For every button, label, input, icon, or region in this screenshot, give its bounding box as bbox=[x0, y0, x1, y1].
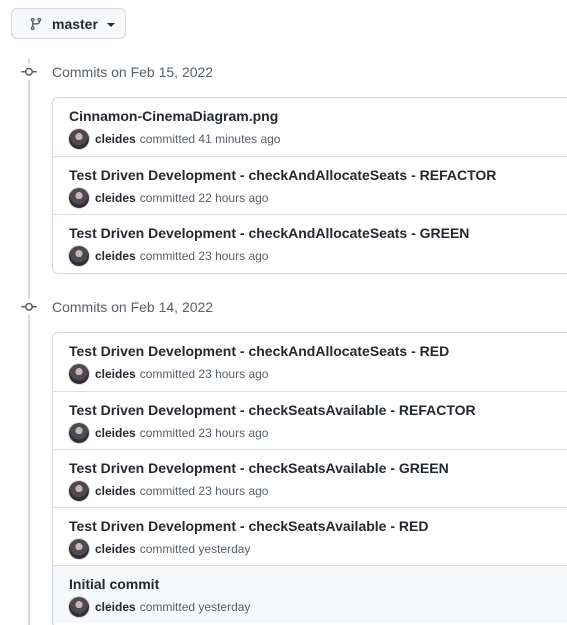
branch-selector-button[interactable]: master bbox=[11, 8, 126, 39]
commit-row: Test Driven Development - checkSeatsAvai… bbox=[53, 391, 567, 449]
avatar[interactable] bbox=[69, 539, 89, 559]
commit-history-page: master Commits on Feb 15, 2022 Cinnamon-… bbox=[0, 0, 567, 625]
avatar[interactable] bbox=[69, 597, 89, 617]
commit-row: Test Driven Development - checkSeatsAvai… bbox=[53, 507, 567, 565]
commit-meta: cleides committed 23 hours ago bbox=[69, 423, 268, 443]
commit-time: yesterday bbox=[198, 600, 251, 614]
commit-action: committed bbox=[139, 426, 196, 440]
commit-time: 23 hours ago bbox=[198, 367, 269, 381]
commit-group-title: Commits on Feb 14, 2022 bbox=[52, 299, 214, 315]
commit-message-link[interactable]: Test Driven Development - checkSeatsAvai… bbox=[69, 402, 476, 418]
commit-message-link[interactable]: Test Driven Development - checkSeatsAvai… bbox=[69, 518, 428, 534]
avatar[interactable] bbox=[69, 364, 89, 384]
commit-action: committed bbox=[139, 542, 196, 556]
commit-author-link[interactable]: cleides bbox=[95, 132, 136, 146]
commit-meta: cleides committed 23 hours ago bbox=[69, 364, 268, 384]
commit-author-link[interactable]: cleides bbox=[95, 249, 136, 263]
git-commit-icon bbox=[20, 64, 38, 80]
chevron-down-icon bbox=[106, 22, 115, 27]
commit-author-link[interactable]: cleides bbox=[95, 484, 136, 498]
commit-author-link[interactable]: cleides bbox=[95, 367, 136, 381]
git-branch-icon bbox=[29, 16, 43, 32]
commit-row: Test Driven Development - checkAndAlloca… bbox=[53, 333, 567, 391]
commit-author-link[interactable]: cleides bbox=[95, 600, 136, 614]
commit-row: Test Driven Development - checkAndAlloca… bbox=[53, 156, 567, 214]
commit-author-link[interactable]: cleides bbox=[95, 542, 136, 556]
commit-row: Test Driven Development - checkAndAlloca… bbox=[53, 214, 567, 272]
avatar[interactable] bbox=[69, 481, 89, 501]
commit-list: Test Driven Development - checkAndAlloca… bbox=[52, 332, 567, 625]
commit-time: 41 minutes ago bbox=[198, 132, 281, 146]
commit-row: Initial commit cleides committed yesterd… bbox=[53, 565, 567, 623]
commit-message-link[interactable]: Initial commit bbox=[69, 576, 159, 592]
branch-name: master bbox=[52, 15, 98, 32]
commit-message-link[interactable]: Test Driven Development - checkAndAlloca… bbox=[69, 225, 469, 241]
commit-action: committed bbox=[139, 600, 196, 614]
commit-group-header: Commits on Feb 14, 2022 bbox=[20, 297, 213, 317]
commit-list: Cinnamon-CinemaDiagram.png cleides commi… bbox=[52, 97, 567, 274]
commit-message-link[interactable]: Cinnamon-CinemaDiagram.png bbox=[69, 108, 278, 124]
commit-action: committed bbox=[139, 132, 196, 146]
commit-message-link[interactable]: Test Driven Development - checkAndAlloca… bbox=[69, 343, 449, 359]
commit-message-link[interactable]: Test Driven Development - checkSeatsAvai… bbox=[69, 460, 449, 476]
avatar[interactable] bbox=[69, 188, 89, 208]
git-commit-icon bbox=[20, 299, 38, 315]
commit-time: 23 hours ago bbox=[198, 249, 269, 263]
commit-meta: cleides committed 41 minutes ago bbox=[69, 129, 280, 149]
commit-group-header: Commits on Feb 15, 2022 bbox=[20, 62, 213, 82]
commit-row: Test Driven Development - checkSeatsAvai… bbox=[53, 449, 567, 507]
commit-meta: cleides committed yesterday bbox=[69, 597, 250, 617]
timeline-line bbox=[28, 59, 30, 625]
commit-action: committed bbox=[139, 367, 196, 381]
commit-action: committed bbox=[139, 484, 196, 498]
commit-group-title: Commits on Feb 15, 2022 bbox=[52, 64, 214, 80]
commit-row: Cinnamon-CinemaDiagram.png cleides commi… bbox=[53, 98, 567, 156]
commit-author-link[interactable]: cleides bbox=[95, 191, 136, 205]
commit-meta: cleides committed 22 hours ago bbox=[69, 188, 268, 208]
avatar[interactable] bbox=[69, 423, 89, 443]
commit-meta: cleides committed yesterday bbox=[69, 539, 250, 559]
commit-time: 23 hours ago bbox=[198, 484, 269, 498]
avatar[interactable] bbox=[69, 129, 89, 149]
commit-meta: cleides committed 23 hours ago bbox=[69, 481, 268, 501]
avatar[interactable] bbox=[69, 246, 89, 266]
commit-action: committed bbox=[139, 249, 196, 263]
commit-time: yesterday bbox=[198, 542, 251, 556]
commit-meta: cleides committed 23 hours ago bbox=[69, 246, 268, 266]
commit-message-link[interactable]: Test Driven Development - checkAndAlloca… bbox=[69, 167, 496, 183]
commit-author-link[interactable]: cleides bbox=[95, 426, 136, 440]
commit-action: committed bbox=[139, 191, 196, 205]
commit-time: 23 hours ago bbox=[198, 426, 269, 440]
commit-time: 22 hours ago bbox=[198, 191, 269, 205]
